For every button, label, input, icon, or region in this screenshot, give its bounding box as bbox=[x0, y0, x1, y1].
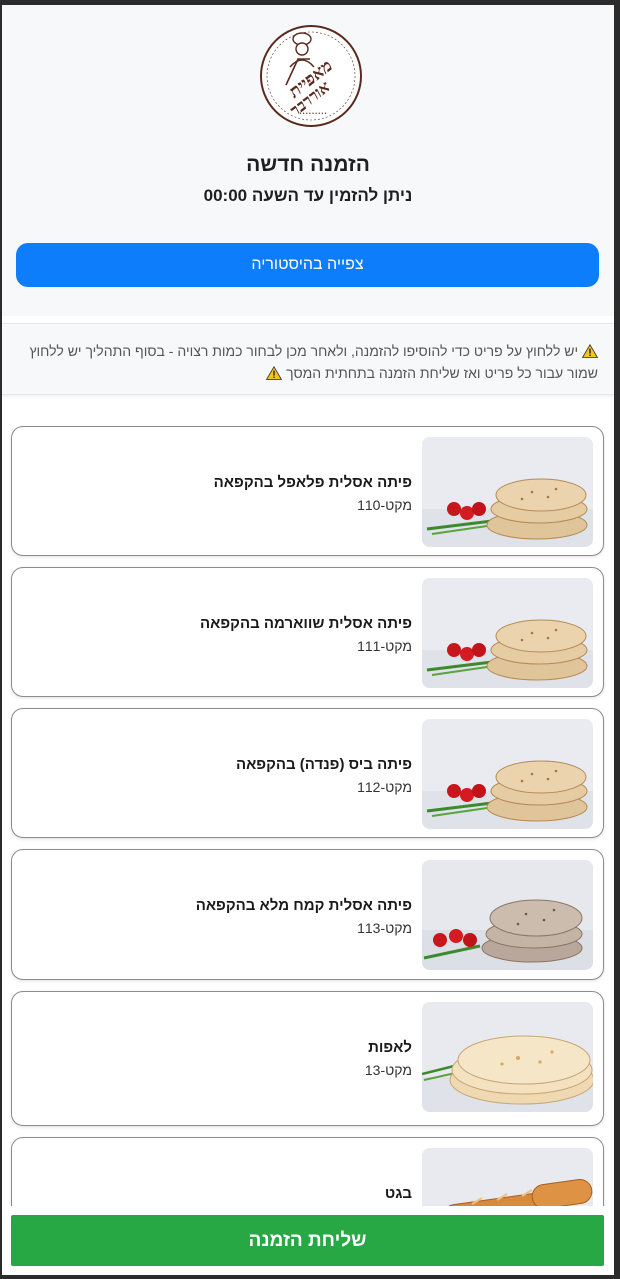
page-title: הזמנה חדשה bbox=[246, 153, 370, 176]
product-image bbox=[422, 860, 593, 970]
product-name: פיתה אסלית קמח מלא בהקפאה bbox=[195, 897, 412, 914]
svg-text:• • • • • • • • •: • • • • • • • • • bbox=[300, 111, 327, 117]
product-list: פיתה אסלית פלאפל בהקפאה מקט-110 פיתה אסל… bbox=[2, 410, 614, 1275]
product-card[interactable]: פיתה ביס (פנדה) בהקפאה מקט-112 bbox=[11, 708, 604, 838]
product-sku: מקט-110 bbox=[357, 497, 412, 513]
page-header: מאפיית אוררבר • • • • • • • • • הזמנה חד… bbox=[2, 5, 614, 316]
product-image bbox=[422, 1002, 593, 1112]
product-card[interactable]: לאפות מקט-13 bbox=[11, 991, 604, 1126]
submit-order-button[interactable]: שליחת הזמנה bbox=[11, 1215, 604, 1266]
warning-icon bbox=[266, 364, 283, 380]
product-sku: מקט-13 bbox=[364, 1062, 412, 1078]
product-image bbox=[422, 719, 593, 829]
product-sku: מקט-112 bbox=[357, 779, 412, 795]
product-name: לאפות bbox=[368, 1039, 412, 1056]
instructions-notice: יש ללחוץ על פריט כדי להוסיפו להזמנה, ולא… bbox=[2, 323, 614, 395]
view-history-button[interactable]: צפייה בהיסטוריה bbox=[16, 243, 599, 287]
product-name: בגט bbox=[384, 1185, 412, 1202]
product-sku: מקט-111 bbox=[357, 638, 412, 654]
product-name: פיתה אסלית שווארמה בהקפאה bbox=[200, 615, 412, 632]
warning-icon bbox=[581, 342, 599, 358]
product-image bbox=[422, 437, 593, 547]
product-name: פיתה ביס (פנדה) בהקפאה bbox=[235, 756, 412, 773]
product-card[interactable]: פיתה אסלית פלאפל בהקפאה מקט-110 bbox=[11, 426, 604, 556]
notice-line-1: יש ללחוץ על פריט כדי להוסיפו להזמנה, ולא… bbox=[29, 343, 579, 359]
product-image bbox=[422, 578, 593, 688]
product-card[interactable]: פיתה אסלית שווארמה בהקפאה מקט-111 bbox=[11, 567, 604, 697]
order-deadline: ניתן להזמין עד השעה 00:00 bbox=[203, 186, 413, 205]
bakery-logo: מאפיית אוררבר • • • • • • • • • bbox=[258, 23, 364, 129]
product-sku: מקט-113 bbox=[357, 920, 412, 936]
app-frame: מאפיית אוררבר • • • • • • • • • הזמנה חד… bbox=[2, 5, 614, 1275]
page-footer: שליחת הזמנה bbox=[2, 1206, 614, 1275]
notice-line-2: שמור עבור כל פריט ואז שליחת הזמנה בתחתית… bbox=[286, 365, 598, 381]
product-card[interactable]: פיתה אסלית קמח מלא בהקפאה מקט-113 bbox=[11, 849, 604, 980]
product-name: פיתה אסלית פלאפל בהקפאה bbox=[213, 474, 412, 491]
